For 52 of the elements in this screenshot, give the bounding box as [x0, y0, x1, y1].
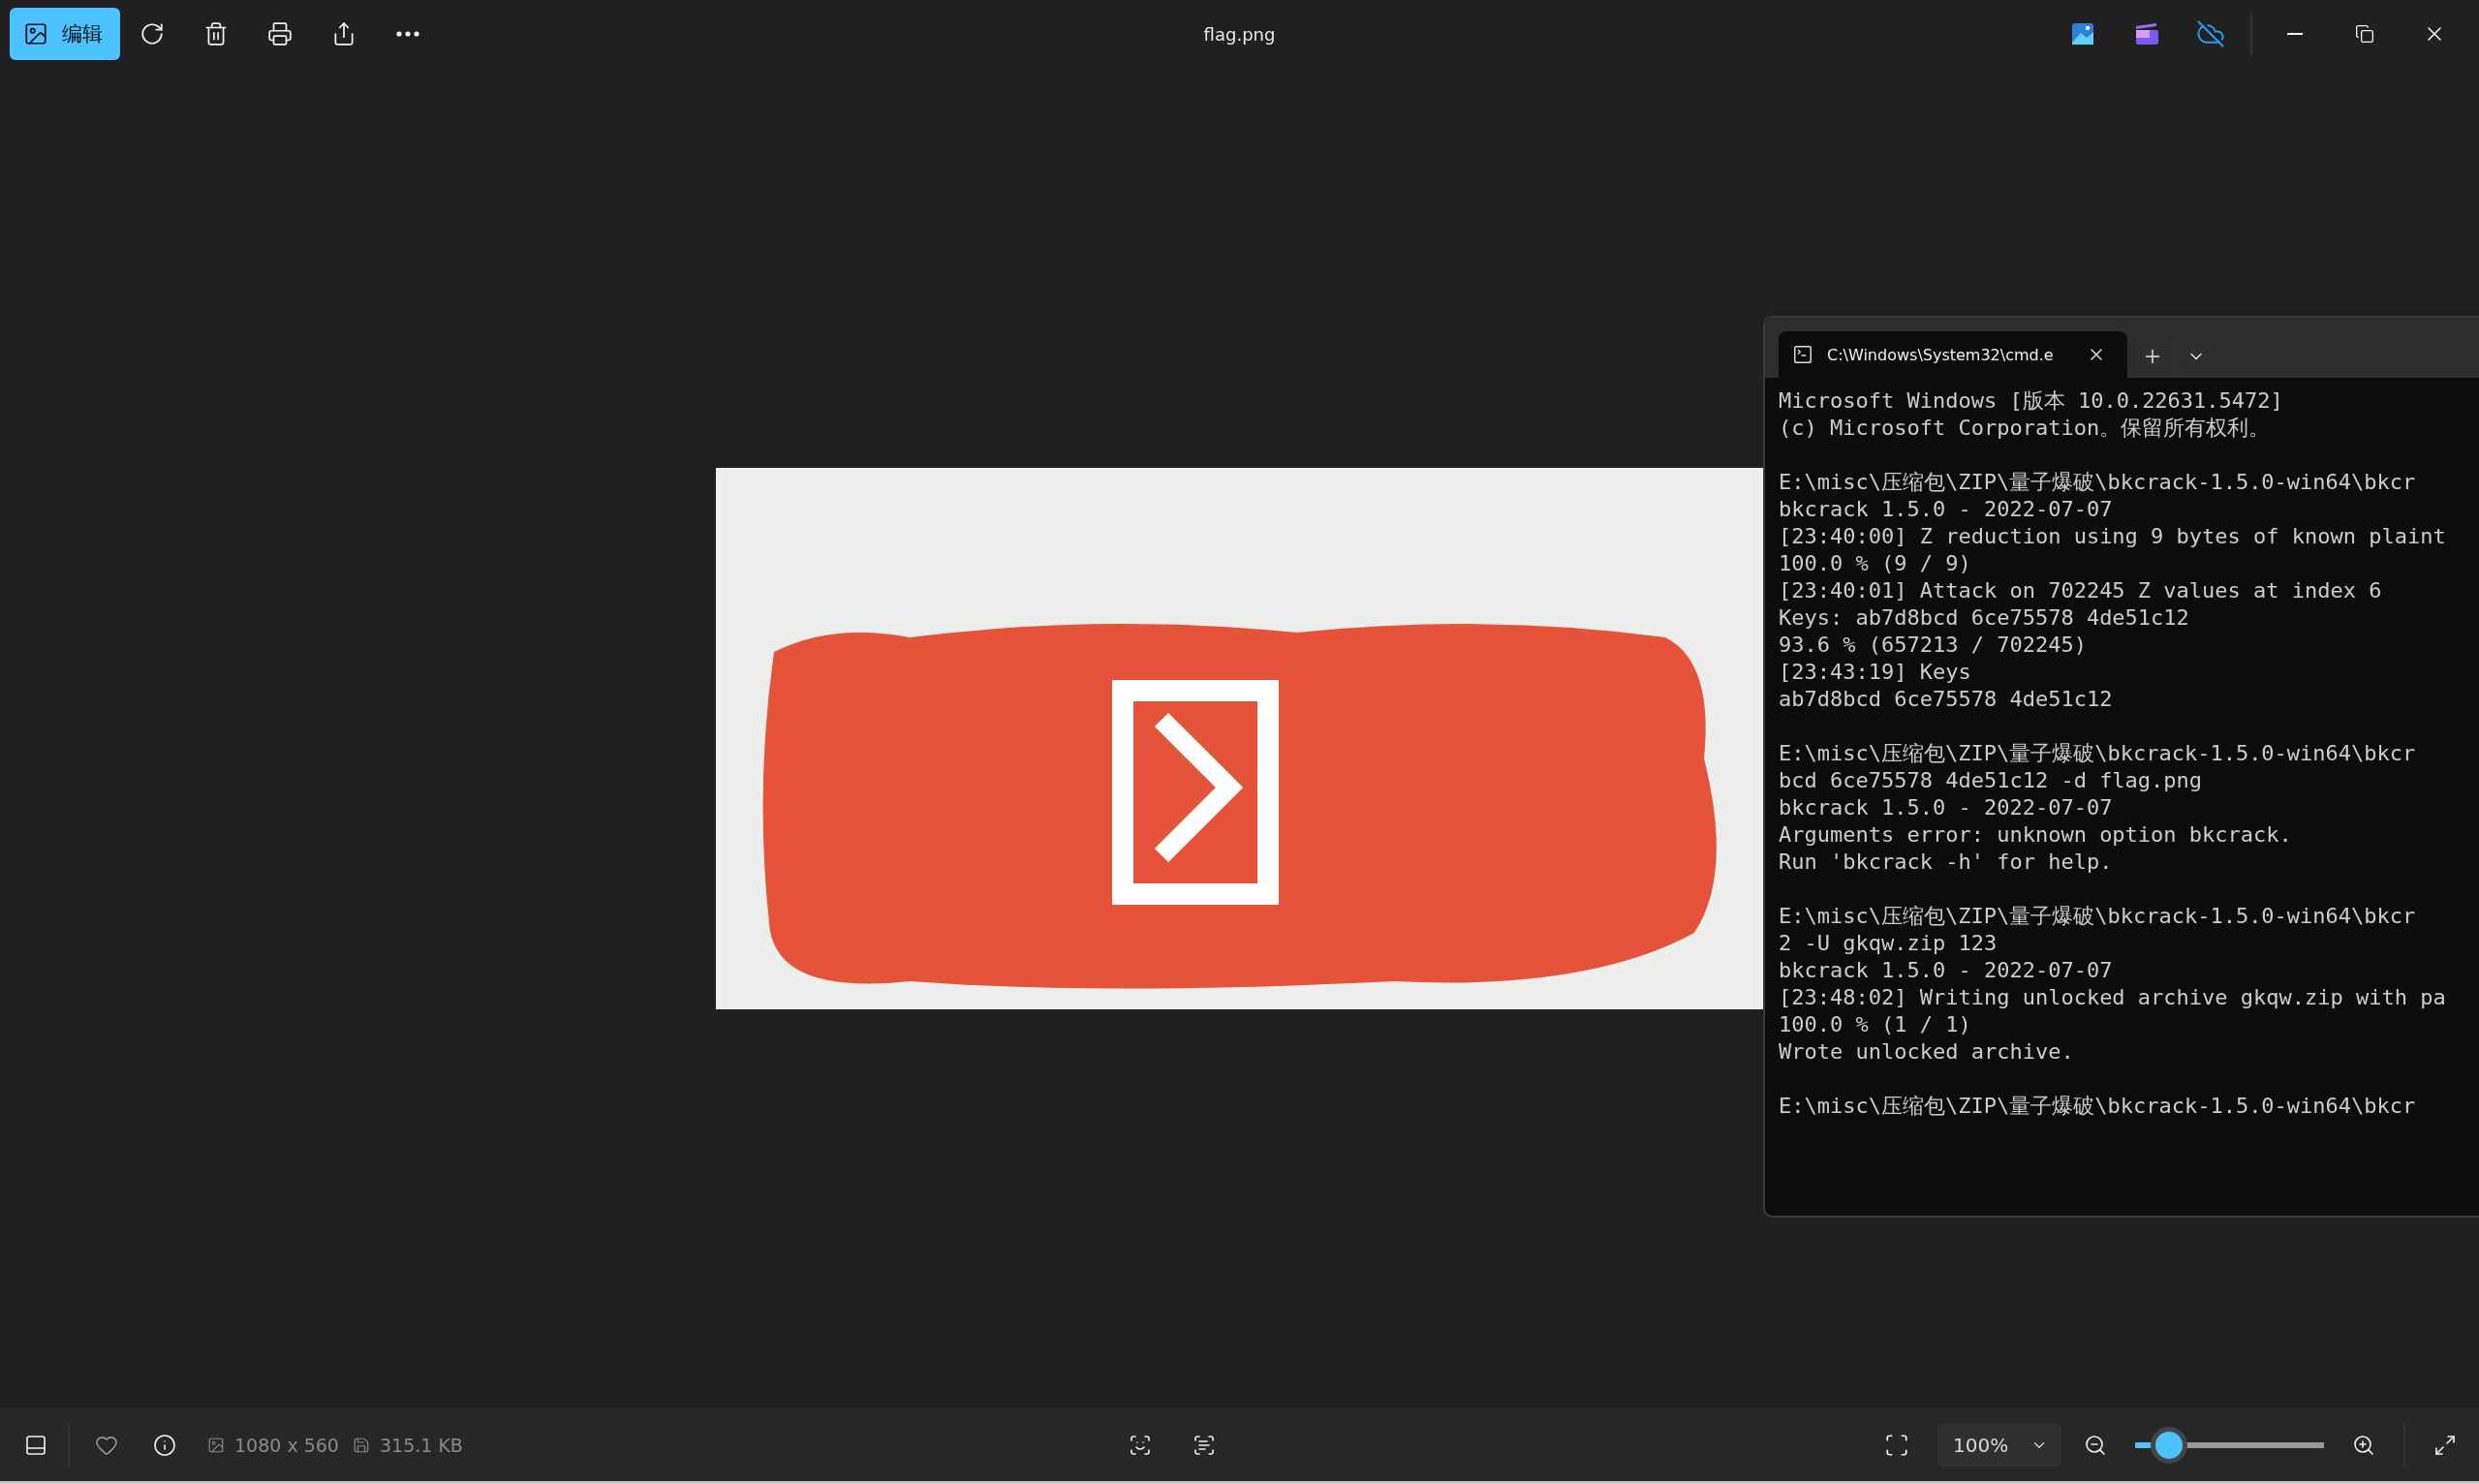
terminal-line: E:\misc\压缩包\ZIP\量子爆破\bkcrack-1.5.0-win64\bkcr	[1779, 740, 2417, 767]
terminal-line: [23:48:02] Writing unlocked archive gkqw.zip with pa	[1779, 984, 2447, 1011]
zoom-in-icon	[2352, 1434, 2375, 1457]
printer-icon	[267, 21, 293, 46]
picture-icon	[2072, 23, 2093, 45]
terminal-line: Microsoft Windows [版本 10.0.22631.5472]	[1779, 387, 2284, 415]
edit-button[interactable]: 编辑	[10, 8, 120, 60]
terminal-tab[interactable]: C:\Windows\System32\cmd.e	[1779, 331, 2127, 378]
face-scan-icon	[1128, 1434, 1152, 1457]
heart-icon	[95, 1434, 118, 1457]
file-size: 315.1 KB	[379, 1435, 463, 1456]
terminal-line: [23:43:19] Keys	[1779, 659, 1972, 686]
zoom-dropdown[interactable]: 100%	[1937, 1423, 2061, 1468]
terminal-line: Wrote unlocked archive.	[1779, 1038, 2075, 1066]
more-icon	[396, 31, 419, 37]
trash-icon	[203, 21, 229, 46]
terminal-icon	[1792, 344, 1813, 365]
terminal-line: 2 -U gkqw.zip 123	[1779, 930, 1999, 957]
share-icon	[331, 21, 356, 46]
picture-icon	[23, 21, 48, 46]
filmstrip-icon	[24, 1434, 47, 1457]
cloud-off-icon	[2196, 19, 2225, 48]
fit-icon	[1884, 1433, 1909, 1458]
tab-title: C:\Windows\System32\cmd.e	[1827, 345, 2055, 364]
picture-icon	[207, 1437, 225, 1454]
terminal-line: [23:40:01] Attack on 702245 Z values at index 6	[1779, 577, 2383, 604]
terminal-line: [23:40:00] Z reduction using 9 bytes of known plaint	[1779, 523, 2447, 550]
terminal-line: bkcrack 1.5.0 - 2022-07-07	[1779, 496, 2114, 523]
window-title: flag.png	[1203, 23, 1276, 45]
terminal-line: Run 'bkcrack -h' for help.	[1779, 849, 2114, 876]
terminal-line: 93.6 % (657213 / 702245)	[1779, 632, 2088, 659]
terminal-line: bkcrack 1.5.0 - 2022-07-07	[1779, 957, 2114, 984]
terminal-line: E:\misc\压缩包\ZIP\量子爆破\bkcrack-1.5.0-win64\bkcr	[1779, 469, 2417, 496]
terminal-line: E:\misc\压缩包\ZIP\量子爆破\bkcrack-1.5.0-win64\bkcr	[1779, 903, 2417, 930]
minimize-icon	[2287, 33, 2303, 35]
text-scan-icon	[1192, 1434, 1216, 1457]
clapperboard-icon	[2135, 22, 2158, 46]
terminal-line: E:\misc\压缩包\ZIP\量子爆破\bkcrack-1.5.0-win64\bkcr	[1779, 1093, 2417, 1120]
info-icon	[153, 1434, 176, 1457]
image-dimensions: 1080 x 560	[234, 1435, 339, 1456]
terminal-line: Keys: ab7d8bcd 6ce75578 4de51c12	[1779, 604, 2190, 632]
restore-icon	[2355, 24, 2374, 44]
terminal-line: ab7d8bcd 6ce75578 4de51c12	[1779, 686, 2114, 713]
terminal-line: bcd 6ce75578 4de51c12 -d flag.png	[1779, 767, 2204, 794]
zoom-out-icon	[2084, 1434, 2107, 1457]
terminal-line: bkcrack 1.5.0 - 2022-07-07	[1779, 794, 2114, 821]
terminal-line: 100.0 % (9 / 9)	[1779, 550, 1972, 577]
terminal-line: 100.0 % (1 / 1)	[1779, 1011, 1972, 1038]
rotate-icon	[139, 21, 165, 46]
terminal-line: (c) Microsoft Corporation。保留所有权利。	[1779, 415, 2272, 442]
terminal-line: Arguments error: unknown option bkcrack.	[1779, 821, 2293, 849]
expand-icon	[2433, 1434, 2457, 1457]
